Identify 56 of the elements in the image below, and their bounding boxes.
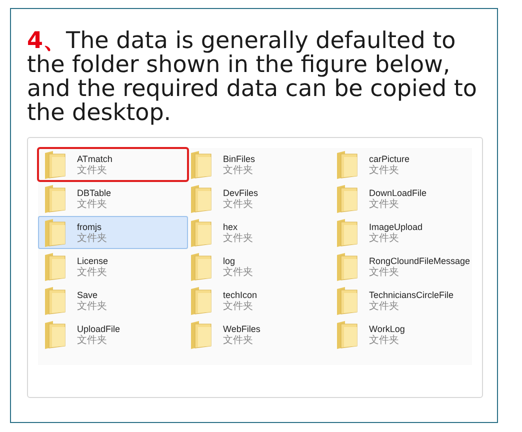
- folder-name: RongCloundFileMessage: [369, 254, 470, 266]
- folder-name: DownLoadFile: [369, 186, 427, 198]
- folder-name: ATmatch: [77, 152, 112, 164]
- folder-name: UploadFile: [77, 322, 120, 334]
- folder-type: 文件夹: [369, 198, 400, 210]
- folder-icon: [43, 286, 67, 316]
- folder-type: 文件夹: [223, 334, 254, 346]
- folder-icon: [189, 184, 213, 214]
- folder-name: Save: [77, 288, 99, 300]
- folder-icon: [189, 218, 213, 248]
- folder-type: 文件夹: [369, 300, 400, 312]
- folder-item[interactable]: fromjs 文件夹: [38, 216, 188, 249]
- folder-type: 文件夹: [77, 232, 107, 244]
- folder-type: 文件夹: [77, 198, 108, 210]
- folder-name: WorkLog: [369, 322, 405, 334]
- folder-type: 文件夹: [223, 266, 253, 278]
- folder-icon: [43, 150, 67, 180]
- folder-type: 文件夹: [77, 266, 108, 278]
- folder-icon: [335, 320, 359, 350]
- folder-name: fromjs: [77, 220, 102, 232]
- folder-type: 文件夹: [223, 232, 253, 244]
- folder-type: 文件夹: [369, 232, 400, 244]
- step-heading: 4、The data is generally defaulted to the folder shown in the figure below, and the required data can be copied to the desktop.: [27, 29, 477, 125]
- folder-type: 文件夹: [369, 164, 400, 176]
- folder-name: carPicture: [369, 152, 410, 164]
- folder-name: WebFiles: [223, 322, 260, 334]
- folder-icon: [189, 252, 213, 282]
- folder-name: License: [77, 254, 108, 266]
- folder-icon: [335, 252, 359, 282]
- folder-icon: [335, 218, 359, 248]
- folder-name: BinFiles: [223, 152, 256, 164]
- folder-icon: [43, 184, 67, 214]
- folder-type: 文件夹: [223, 164, 254, 176]
- folder-icon: [43, 252, 67, 282]
- folder-type: 文件夹: [223, 198, 254, 210]
- folder-icon: [335, 286, 359, 316]
- folder-icon: [43, 218, 67, 248]
- folder-name: DBTable: [77, 186, 112, 198]
- folder-type: 文件夹: [77, 164, 108, 176]
- folder-name: ImageUpload: [369, 220, 423, 232]
- folder-type: 文件夹: [369, 334, 400, 346]
- folder-icon: [189, 286, 213, 316]
- folder-type: 文件夹: [77, 300, 107, 312]
- folder-type: 文件夹: [77, 334, 108, 346]
- folder-name: log: [223, 254, 236, 266]
- folder-icon: [335, 150, 359, 180]
- folder-icon: [189, 320, 213, 350]
- folder-icon: [189, 150, 213, 180]
- folder-icon: [335, 184, 359, 214]
- folder-type: 文件夹: [369, 266, 400, 278]
- folder-name: TechniciansCircleFile: [369, 288, 454, 300]
- folder-icon: [43, 320, 67, 350]
- folder-name: hex: [223, 220, 239, 232]
- folder-type: 文件夹: [223, 300, 254, 312]
- folder-name: DevFiles: [223, 186, 258, 198]
- folder-name: techIcon: [223, 288, 258, 300]
